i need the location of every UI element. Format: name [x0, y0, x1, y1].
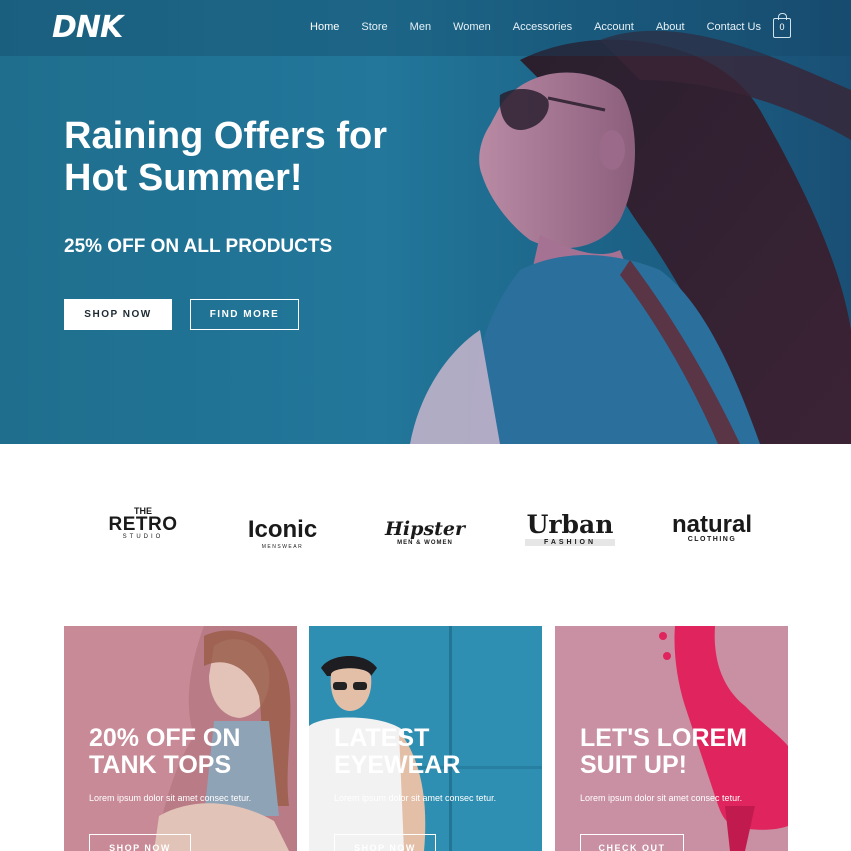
brand-logo-retro-studio[interactable]: THE RETRO STUDIO — [98, 506, 188, 540]
card-title: LET'S LOREM SUIT UP! — [580, 724, 748, 779]
shop-now-button[interactable]: SHOP NOW — [89, 834, 191, 851]
brand-retro-big: RETRO — [108, 514, 178, 535]
brand-hipster-tiny: MEN & WOMEN — [397, 540, 453, 546]
shop-now-button[interactable]: SHOP NOW — [334, 834, 436, 851]
brand-logo-hipster[interactable]: Hipster MEN & WOMEN — [380, 518, 470, 546]
nav-contact[interactable]: Contact Us — [707, 21, 761, 33]
brand-logos: THE RETRO STUDIO Iconic MENSWEAR Hipster… — [0, 444, 851, 624]
hero-subtitle: 25% OFF ON ALL PRODUCTS — [64, 236, 333, 257]
brand-hipster-big: Hipster — [384, 518, 466, 540]
card-description: Lorem ipsum dolor sit amet consec tetur. — [334, 793, 497, 803]
brand-iconic-tiny: MENSWEAR — [261, 544, 304, 550]
nav-women[interactable]: Women — [453, 21, 491, 33]
hero-banner: DNK Home Store Men Women Accessories Acc… — [0, 0, 851, 444]
promo-card-eyewear[interactable]: LATEST EYEWEAR Lorem ipsum dolor sit ame… — [309, 626, 542, 851]
nav-accessories[interactable]: Accessories — [513, 21, 572, 33]
site-logo[interactable]: DNK — [52, 10, 123, 45]
brand-urban-tiny: FASHION — [525, 539, 615, 546]
card-title: LATEST EYEWEAR — [334, 724, 461, 779]
brand-logo-urban-fashion[interactable]: Urban FASHION — [525, 510, 615, 546]
card-description: Lorem ipsum dolor sit amet consec tetur. — [580, 793, 743, 803]
top-navbar: DNK Home Store Men Women Accessories Acc… — [0, 0, 851, 56]
check-out-button[interactable]: CHECK OUT — [580, 834, 684, 851]
hero-title: Raining Offers for Hot Summer! — [64, 115, 388, 199]
brand-logo-iconic[interactable]: Iconic MENSWEAR — [240, 516, 325, 550]
brand-logo-natural-clothing[interactable]: natural CLOTHING — [664, 511, 760, 544]
brand-urban-big: Urban — [526, 510, 614, 539]
promo-card-tank-tops[interactable]: 20% OFF ON TANK TOPS Lorem ipsum dolor s… — [64, 626, 297, 851]
find-more-button[interactable]: FIND MORE — [190, 299, 299, 330]
brand-natural-big: natural — [671, 511, 752, 538]
card-title: 20% OFF ON TANK TOPS — [89, 724, 241, 779]
nav-about[interactable]: About — [656, 21, 685, 33]
nav-store[interactable]: Store — [361, 21, 387, 33]
main-nav: Home Store Men Women Accessories Account… — [288, 21, 761, 33]
nav-home[interactable]: Home — [310, 21, 339, 33]
shopping-bag-icon[interactable]: 0 — [773, 13, 791, 38]
hero-model-image — [410, 30, 851, 444]
brand-iconic-big: Iconic — [247, 516, 318, 543]
promo-card-suit-up[interactable]: LET'S LOREM SUIT UP! Lorem ipsum dolor s… — [555, 626, 788, 851]
nav-account[interactable]: Account — [594, 21, 634, 33]
nav-men[interactable]: Men — [410, 21, 431, 33]
card-description: Lorem ipsum dolor sit amet consec tetur. — [89, 793, 252, 803]
shop-now-button[interactable]: SHOP NOW — [64, 299, 172, 330]
